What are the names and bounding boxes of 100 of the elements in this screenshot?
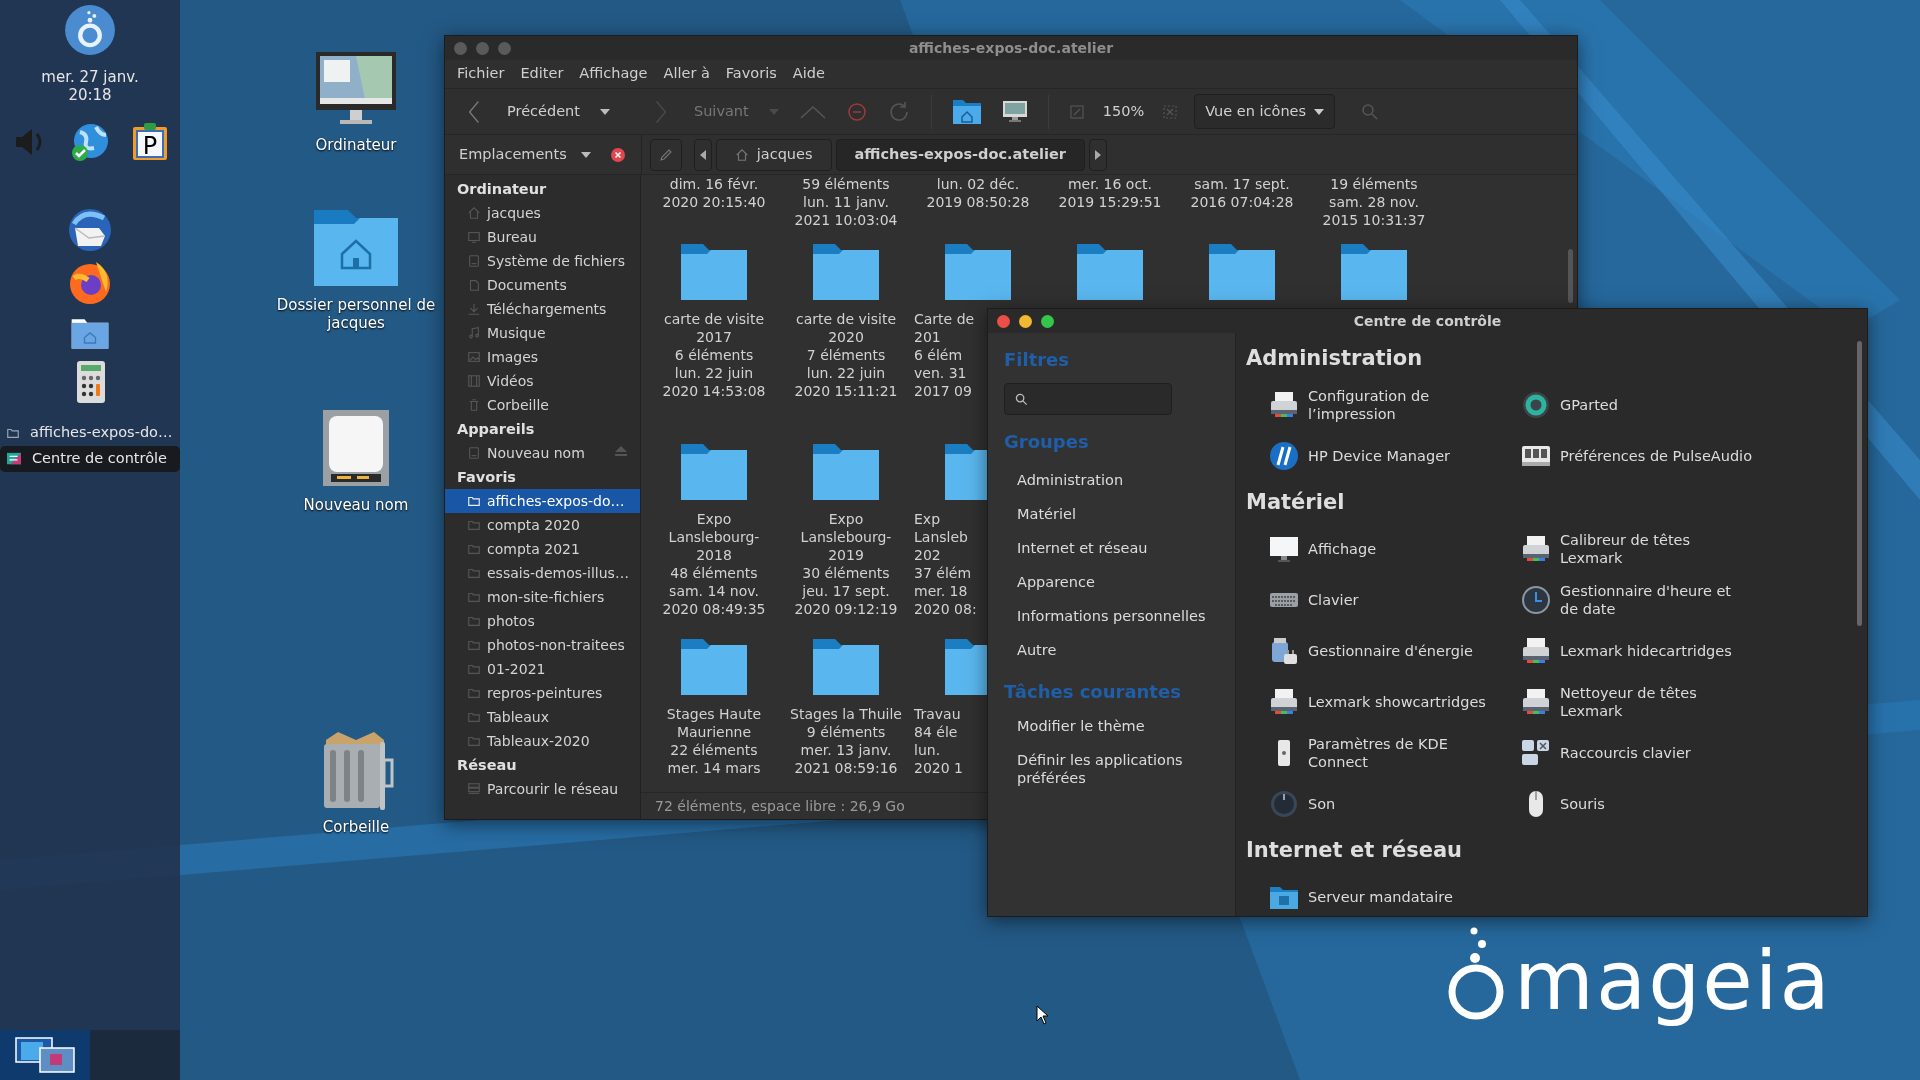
sidebar-heading: Appareils [456, 420, 536, 439]
group-link[interactable]: Apparence [1004, 565, 1219, 599]
folder-icon[interactable] [811, 242, 881, 302]
file-name[interactable]: Exp Lansleb 202 [914, 510, 968, 564]
sidebar-item[interactable]: 01-2021 [445, 657, 640, 681]
folder-icon[interactable] [679, 442, 749, 502]
sidebar-item[interactable]: affiches-expos-do… [445, 489, 640, 513]
sidebar-item[interactable]: Téléchargements [445, 297, 640, 321]
group-link[interactable]: Internet et réseau [1004, 531, 1219, 565]
folder-icon[interactable] [811, 637, 881, 697]
task-button[interactable]: affiches-expos-do… [0, 420, 180, 446]
drive-icon[interactable] [321, 408, 391, 488]
group-link[interactable]: Administration [1004, 463, 1219, 497]
scrollbar-thumb[interactable] [1857, 341, 1862, 626]
folder-icon[interactable] [943, 242, 1013, 302]
workspace-pager[interactable] [0, 1030, 90, 1080]
close-button[interactable] [997, 314, 1010, 328]
folder-icon[interactable] [811, 442, 881, 502]
menu-item[interactable]: Editer [512, 63, 572, 85]
minimize-button[interactable] [1019, 314, 1032, 328]
file-name[interactable]: Stages Haute Maurienne [666, 705, 762, 741]
folder-icon[interactable] [679, 242, 749, 302]
file-name[interactable]: Expo Lanslebourg- 2019 [800, 510, 892, 564]
scroll-left-button[interactable] [693, 138, 712, 171]
app-launcher[interactable]: Configuration de l’impression [1308, 386, 1430, 423]
app-launcher[interactable]: Calibreur de têtes Lexmark [1560, 530, 1691, 567]
path-crumb[interactable]: affiches-expos-doc.atelier [835, 138, 1085, 171]
task-link[interactable]: Modifier le thème [1004, 709, 1219, 743]
menu-item[interactable]: Aller à [655, 63, 718, 85]
app-launcher[interactable]: Gestionnaire d'énergie [1308, 632, 1473, 669]
desktop-icon-label[interactable]: Nouveau nom [303, 496, 409, 514]
file-name[interactable]: Carte de 201 [914, 310, 975, 346]
sidebar-item[interactable]: Tableaux-2020 [445, 729, 640, 753]
menu-item[interactable]: Fichier [449, 63, 513, 85]
group-link[interactable]: Informations personnelles [1004, 599, 1219, 633]
sidebar-item[interactable]: Images [445, 345, 640, 369]
desktop-icon-label[interactable]: Corbeille [322, 818, 390, 836]
maximize-button[interactable] [1041, 314, 1054, 328]
mail-icon[interactable] [66, 206, 114, 254]
file-name[interactable]: Expo Lanslebourg- 2018 [668, 510, 760, 564]
app-launcher[interactable]: Lexmark showcartridges [1308, 683, 1486, 720]
app-launcher[interactable]: Lexmark hidecartridges [1560, 632, 1732, 669]
file-name[interactable]: Travau [914, 705, 961, 723]
app-launcher[interactable]: Préférences de PulseAudio [1560, 437, 1753, 474]
sidebar-item[interactable]: photos [445, 609, 640, 633]
sidebar-item[interactable]: Bureau [445, 225, 640, 249]
search-field[interactable] [1004, 383, 1172, 415]
folder-icon[interactable] [1339, 242, 1409, 302]
app-launcher[interactable]: Raccourcis clavier [1560, 734, 1691, 771]
task-button[interactable]: Centre de contrôle [0, 446, 180, 472]
folder-icon[interactable] [1075, 242, 1145, 302]
app-launcher[interactable]: Serveur mandataire [1308, 878, 1453, 915]
round-logo-icon[interactable] [1268, 439, 1300, 472]
clock-icon[interactable] [1520, 583, 1552, 616]
places-dropdown[interactable]: Emplacements [451, 139, 599, 170]
desktop-icon-label[interactable]: Dossier personnel de jacques [276, 296, 436, 332]
group-link[interactable]: Autre [1004, 633, 1219, 667]
sidebar-item[interactable]: Documents [445, 273, 640, 297]
menu-item[interactable]: Aide [784, 63, 833, 85]
sidebar-item[interactable]: Corbeille [445, 393, 640, 417]
app-launcher[interactable]: Clavier [1308, 581, 1359, 618]
app-launcher[interactable]: Affichage [1308, 530, 1377, 567]
file-name[interactable]: carte de visite 2017 [664, 310, 764, 346]
file-name[interactable]: Stages la Thuile [790, 705, 902, 723]
sidebar-item[interactable]: repros-peintures [445, 681, 640, 705]
view-dropdown[interactable]: Vue en icônes [1194, 93, 1336, 130]
globe-icon[interactable] [70, 122, 110, 162]
sidebar-item[interactable]: essais-demos-illus… [445, 561, 640, 585]
path-crumb[interactable]: jacques [715, 138, 832, 171]
scroll-right-button[interactable] [1089, 138, 1107, 171]
distro-logo-icon[interactable] [64, 4, 116, 56]
sidebar-item[interactable]: mon-site-fichiers [445, 585, 640, 609]
menu-item[interactable]: Favoris [717, 63, 785, 85]
sidebar-item[interactable]: Tableaux [445, 705, 640, 729]
group-link[interactable]: Matériel [1004, 497, 1219, 531]
sidebar-item[interactable]: compta 2020 [445, 513, 640, 537]
app-launcher[interactable]: Gestionnaire d'heure et de date [1560, 581, 1732, 618]
folder-icon[interactable] [679, 637, 749, 697]
task-link[interactable]: Définir les applications préférées [1004, 743, 1219, 787]
scrollbar-thumb[interactable] [1568, 249, 1573, 303]
sidebar-item[interactable]: Système de fichiers [445, 249, 640, 273]
app-launcher[interactable]: HP Device Manager [1308, 437, 1450, 474]
sidebar-item[interactable]: jacques [445, 201, 640, 225]
file-detail: sam. 14 nov. [669, 582, 759, 600]
back-button[interactable]: Précédent [459, 94, 588, 129]
app-launcher[interactable]: Paramètres de KDE Connect [1308, 734, 1448, 771]
desktop-icon-label[interactable]: Ordinateur [315, 136, 397, 154]
file-name[interactable]: carte de visite 2020 [796, 310, 896, 346]
sidebar-item[interactable]: photos-non-traitees [445, 633, 640, 657]
home-folder-icon[interactable] [312, 208, 400, 288]
sidebar-item[interactable]: Nouveau nom [445, 441, 640, 465]
folder-icon [467, 590, 481, 604]
sidebar-item[interactable]: Musique [445, 321, 640, 345]
app-launcher[interactable]: GParted [1560, 386, 1618, 423]
app-launcher[interactable]: Nettoyeur de têtes Lexmark [1560, 683, 1697, 720]
folder-icon[interactable] [1207, 242, 1277, 302]
sidebar-item[interactable]: compta 2021 [445, 537, 640, 561]
sidebar-item[interactable]: Vidéos [445, 369, 640, 393]
sidebar-item[interactable]: Parcourir le réseau [445, 777, 640, 801]
menu-item[interactable]: Affichage [571, 63, 656, 85]
